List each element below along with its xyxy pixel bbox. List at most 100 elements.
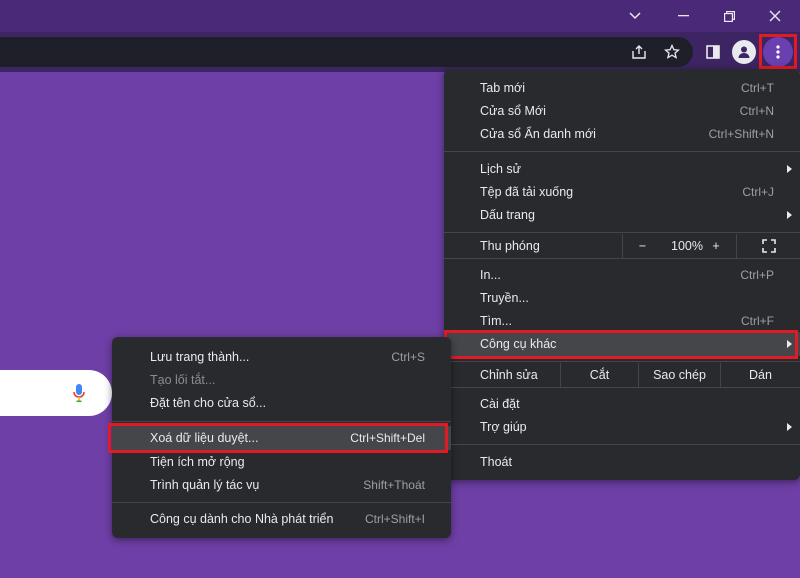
menu-item-shortcut: Ctrl+F xyxy=(741,314,774,328)
menu-separator xyxy=(112,421,451,422)
menu-item-label: Công cụ khác xyxy=(480,337,557,351)
address-bar[interactable] xyxy=(0,37,693,67)
submenu-item-clear-browsing-data[interactable]: Xoá dữ liệu duyệt... Ctrl+Shift+Del xyxy=(112,426,451,450)
restore-icon xyxy=(723,10,735,22)
menu-item-shortcut: Ctrl+J xyxy=(742,185,774,199)
share-icon xyxy=(632,45,646,59)
menu-item-help[interactable]: Trợ giúp xyxy=(444,415,800,439)
menu-item-label: Đặt tên cho cửa sổ... xyxy=(150,396,267,410)
submenu-arrow-icon xyxy=(787,340,792,348)
edit-row: Chỉnh sửa Cắt Sao chép Dán xyxy=(444,363,800,387)
menu-item-label: Tìm... xyxy=(480,314,512,328)
menu-item-label: Tệp đã tải xuống xyxy=(480,185,574,199)
menu-item-settings[interactable]: Cài đặt xyxy=(444,392,800,416)
zoom-out-button[interactable]: − xyxy=(622,234,662,258)
menu-separator xyxy=(444,258,800,259)
zoom-plus-label: + xyxy=(712,239,720,253)
submenu-arrow-icon xyxy=(787,423,792,431)
menu-item-shortcut: Ctrl+Shift+I xyxy=(364,512,425,526)
menu-item-shortcut: Ctrl+P xyxy=(740,268,774,282)
menu-item-shortcut: Ctrl+S xyxy=(391,350,425,364)
zoom-minus-label: − xyxy=(638,239,647,253)
menu-item-new-tab[interactable]: Tab mới Ctrl+T xyxy=(444,76,800,100)
menu-item-incognito[interactable]: Cửa sổ Ẩn danh mới Ctrl+Shift+N xyxy=(444,122,800,146)
menu-item-label: Truyền... xyxy=(480,291,529,305)
edit-label: Chỉnh sửa xyxy=(480,368,538,382)
menu-item-label: Lưu trang thành... xyxy=(150,350,250,364)
submenu-arrow-icon xyxy=(787,211,792,219)
submenu-item-extensions[interactable]: Tiện ích mở rộng xyxy=(112,450,451,474)
microphone-icon[interactable] xyxy=(73,384,85,403)
menu-item-label: Trợ giúp xyxy=(480,420,527,434)
menu-item-label: Dấu trang xyxy=(480,208,535,222)
menu-item-label: Công cụ dành cho Nhà phát triển xyxy=(150,512,334,526)
menu-item-label: Tạo lối tắt... xyxy=(150,373,216,387)
minimize-icon xyxy=(677,15,689,17)
share-button[interactable] xyxy=(625,38,653,66)
chrome-menu-button[interactable] xyxy=(763,37,793,67)
menu-item-label: Thoát xyxy=(480,455,512,469)
menu-item-label: In... xyxy=(480,268,501,282)
submenu-item-task-manager[interactable]: Trình quản lý tác vụ Shift+Thoát xyxy=(112,473,451,497)
more-tools-submenu: Lưu trang thành... Ctrl+S Tạo lối tắt...… xyxy=(112,337,451,538)
menu-item-shortcut: Ctrl+Shift+N xyxy=(708,127,774,141)
menu-separator xyxy=(444,444,800,445)
menu-item-label: Lịch sử xyxy=(480,162,522,176)
submenu-item-create-shortcut: Tạo lối tắt... xyxy=(112,368,451,392)
menu-item-exit[interactable]: Thoát xyxy=(444,450,800,474)
bookmark-star-button[interactable] xyxy=(658,38,686,66)
star-icon xyxy=(664,44,680,59)
menu-separator xyxy=(444,361,800,362)
menu-item-print[interactable]: In... Ctrl+P xyxy=(444,263,800,287)
paste-button[interactable]: Dán xyxy=(720,363,800,387)
fullscreen-icon xyxy=(761,239,776,253)
menu-item-cast[interactable]: Truyền... xyxy=(444,286,800,310)
menu-item-shortcut: Ctrl+N xyxy=(739,104,774,118)
kebab-menu-icon xyxy=(776,45,780,59)
close-icon xyxy=(769,10,781,22)
menu-separator xyxy=(444,387,800,388)
menu-item-downloads[interactable]: Tệp đã tải xuống Ctrl+J xyxy=(444,180,800,204)
submenu-arrow-icon xyxy=(787,165,792,173)
menu-item-bookmarks[interactable]: Dấu trang xyxy=(444,203,800,227)
restore-button[interactable] xyxy=(706,0,752,32)
cut-button[interactable]: Cắt xyxy=(560,363,638,387)
zoom-in-button[interactable]: + xyxy=(706,234,726,258)
fullscreen-button[interactable] xyxy=(736,234,800,258)
menu-item-find[interactable]: Tìm... Ctrl+F xyxy=(444,309,800,333)
menu-item-label: Tiện ích mở rộng xyxy=(150,455,245,469)
menu-separator xyxy=(444,232,800,233)
zoom-row: Thu phóng − 100% + xyxy=(444,234,800,258)
menu-item-label: Cài đặt xyxy=(480,397,520,411)
minimize-button[interactable] xyxy=(660,0,706,32)
tab-search-button[interactable] xyxy=(612,0,658,32)
submenu-item-name-window[interactable]: Đặt tên cho cửa sổ... xyxy=(112,391,451,415)
submenu-item-save-page[interactable]: Lưu trang thành... Ctrl+S xyxy=(112,345,451,369)
menu-item-shortcut: Ctrl+T xyxy=(741,81,774,95)
side-panel-button[interactable] xyxy=(699,38,727,66)
zoom-label: Thu phóng xyxy=(480,239,540,253)
copy-label: Sao chép xyxy=(653,368,706,382)
menu-item-more-tools[interactable]: Công cụ khác xyxy=(444,332,800,356)
menu-item-label: Tab mới xyxy=(480,81,526,95)
search-box[interactable] xyxy=(0,370,112,416)
title-bar xyxy=(0,0,800,32)
menu-separator xyxy=(444,151,800,152)
submenu-item-dev-tools[interactable]: Công cụ dành cho Nhà phát triển Ctrl+Shi… xyxy=(112,507,451,531)
menu-item-label: Xoá dữ liệu duyệt... xyxy=(150,431,259,445)
paste-label: Dán xyxy=(749,368,772,382)
menu-item-shortcut: Ctrl+Shift+Del xyxy=(350,431,425,445)
zoom-value-text: 100% xyxy=(671,239,703,253)
menu-item-label: Trình quản lý tác vụ xyxy=(150,478,260,492)
side-panel-icon xyxy=(706,45,720,59)
menu-item-shortcut: Shift+Thoát xyxy=(363,478,425,492)
menu-item-new-window[interactable]: Cửa sổ Mới Ctrl+N xyxy=(444,99,800,123)
menu-separator xyxy=(112,502,451,503)
menu-item-history[interactable]: Lịch sử xyxy=(444,157,800,181)
profile-button[interactable] xyxy=(732,40,756,64)
cut-label: Cắt xyxy=(589,368,610,382)
close-button[interactable] xyxy=(752,0,798,32)
menu-item-label: Cửa sổ Ẩn danh mới xyxy=(480,127,596,141)
zoom-value: 100% xyxy=(662,234,712,258)
copy-button[interactable]: Sao chép xyxy=(638,363,720,387)
